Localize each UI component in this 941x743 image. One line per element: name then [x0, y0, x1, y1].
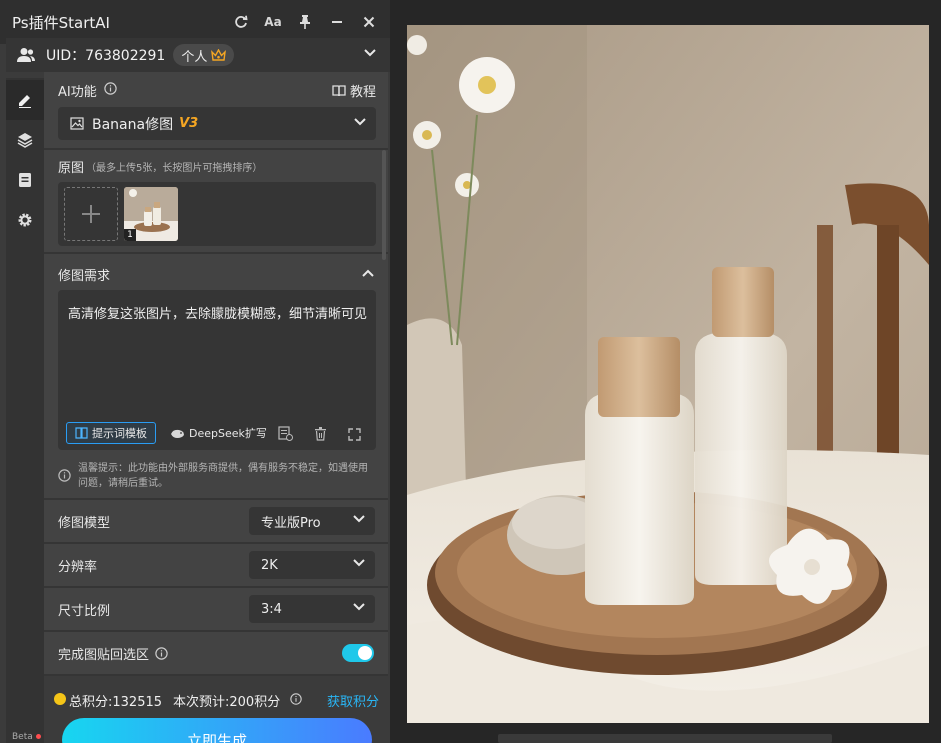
model-label: 修图模型 [58, 515, 111, 531]
whale-icon [170, 428, 185, 439]
minimize-icon[interactable] [326, 11, 348, 33]
model-row: 修图模型 专业版Pro [44, 500, 388, 542]
chevron-down-icon[interactable] [364, 49, 376, 57]
requirement-text: 高清修复这张图片，去除朦胧模糊感，细节清晰可见 [68, 307, 368, 322]
chevron-down-icon [353, 559, 365, 567]
image-icon [70, 117, 84, 130]
ai-function-label: AI功能 [58, 85, 97, 100]
user-row: UID：763802291 个人 [6, 38, 390, 72]
resolution-value: 2K [261, 557, 278, 573]
main-content: AI功能 教程 Banana修图 V3 原图 （最多上传5张，长按图片可拖拽排序… [44, 72, 390, 743]
add-image-button[interactable] [64, 187, 118, 241]
plan-label: 个人 [181, 49, 208, 65]
image-list: 1 [58, 182, 376, 246]
canvas-bottom-bar [498, 734, 832, 743]
coin-icon [54, 693, 66, 705]
plugin-panel: Ps插件StartAI Aa UID：763802291 个人 Beta AI功… [0, 0, 390, 743]
beta-label: Beta [12, 732, 33, 742]
trash-icon[interactable] [314, 427, 327, 441]
chevron-down-icon [353, 515, 365, 523]
paste-back-toggle[interactable] [342, 644, 374, 662]
nav-settings[interactable] [6, 200, 44, 240]
ai-function-select[interactable]: Banana修图 V3 [58, 107, 376, 140]
notice-info-icon [58, 469, 71, 482]
refresh-icon[interactable] [230, 11, 252, 33]
deepseek-label: DeepSeek扩写 [189, 427, 267, 440]
panel-scrollbar[interactable] [382, 150, 386, 260]
get-points-link[interactable]: 获取积分 [327, 691, 379, 710]
photo-image [407, 25, 929, 723]
nav-history[interactable] [6, 160, 44, 200]
ratio-value: 3:4 [261, 601, 282, 617]
image-thumbnail[interactable]: 1 [124, 187, 178, 241]
resolution-row: 分辨率 2K [44, 544, 388, 586]
font-size-icon[interactable]: Aa [262, 11, 284, 33]
template-label: 提示词模板 [92, 427, 147, 440]
document-icon [18, 172, 32, 188]
ratio-row: 尺寸比例 3:4 [44, 588, 388, 630]
paste-back-label: 完成图贴回选区 [58, 647, 150, 663]
prompt-history-icon[interactable] [278, 426, 293, 441]
users-icon [16, 47, 36, 63]
pin-icon[interactable] [294, 11, 316, 33]
document-canvas [390, 0, 941, 743]
generate-button[interactable]: 立即生成 [62, 718, 372, 743]
side-nav: Beta [6, 78, 44, 743]
nav-edit[interactable] [6, 80, 44, 120]
beta-dot [36, 734, 41, 739]
resolution-label: 分辨率 [58, 559, 98, 575]
chevron-down-icon [353, 603, 365, 611]
model-value: 专业版Pro [261, 515, 321, 531]
pencil-icon [17, 92, 33, 108]
ratio-label: 尺寸比例 [58, 603, 111, 619]
plan-badge[interactable]: 个人 [173, 44, 235, 66]
source-image-label: 原图 [58, 161, 85, 176]
window-title: Ps插件StartAI [12, 13, 110, 32]
total-points: 总积分:132515 [69, 695, 163, 710]
chevron-up-icon[interactable] [362, 269, 374, 277]
template-icon [75, 427, 88, 439]
source-image-section: 原图 （最多上传5张，长按图片可拖拽排序） 1 [44, 150, 388, 252]
gear-icon [17, 212, 33, 228]
book-icon [332, 84, 346, 97]
requirement-textarea[interactable]: 高清修复这张图片，去除朦胧模糊感，细节清晰可见 提示词模板 DeepSeek扩写 [58, 290, 376, 450]
tutorial-label: 教程 [349, 85, 376, 100]
plus-icon [81, 204, 101, 224]
source-image-hint: （最多上传5张，长按图片可拖拽排序） [86, 163, 263, 174]
deepseek-button[interactable]: DeepSeek扩写 [170, 422, 267, 444]
estimate-points: 本次预计:200积分 [173, 695, 281, 710]
info-icon[interactable] [155, 646, 168, 660]
requirement-label: 修图需求 [58, 269, 111, 284]
ratio-select[interactable]: 3:4 [249, 595, 375, 623]
close-icon[interactable] [358, 11, 380, 33]
selected-function: Banana修图 [92, 116, 174, 133]
ai-function-section: AI功能 教程 Banana修图 V3 [44, 72, 388, 148]
resolution-select[interactable]: 2K [249, 551, 375, 579]
product-photo[interactable] [407, 25, 929, 723]
template-button[interactable]: 提示词模板 [66, 422, 156, 444]
version-tag: V3 [179, 116, 199, 131]
crown-icon [211, 48, 227, 62]
expand-icon[interactable] [348, 428, 361, 441]
layers-icon [17, 132, 33, 148]
info-icon[interactable] [290, 693, 302, 705]
uid-text: UID：763802291 [46, 48, 166, 64]
nav-layers[interactable] [6, 120, 44, 160]
thumbnail-index: 1 [124, 229, 136, 241]
chevron-down-icon [354, 117, 366, 126]
tutorial-link[interactable]: 教程 [332, 81, 376, 100]
notice-text: 温馨提示：此功能由外部服务商提供，偶有服务不稳定，如遇使用问题，请稍后重试。 [78, 463, 368, 489]
paste-back-row: 完成图贴回选区 [44, 632, 388, 674]
model-select[interactable]: 专业版Pro [249, 507, 375, 535]
info-icon[interactable] [104, 82, 117, 95]
